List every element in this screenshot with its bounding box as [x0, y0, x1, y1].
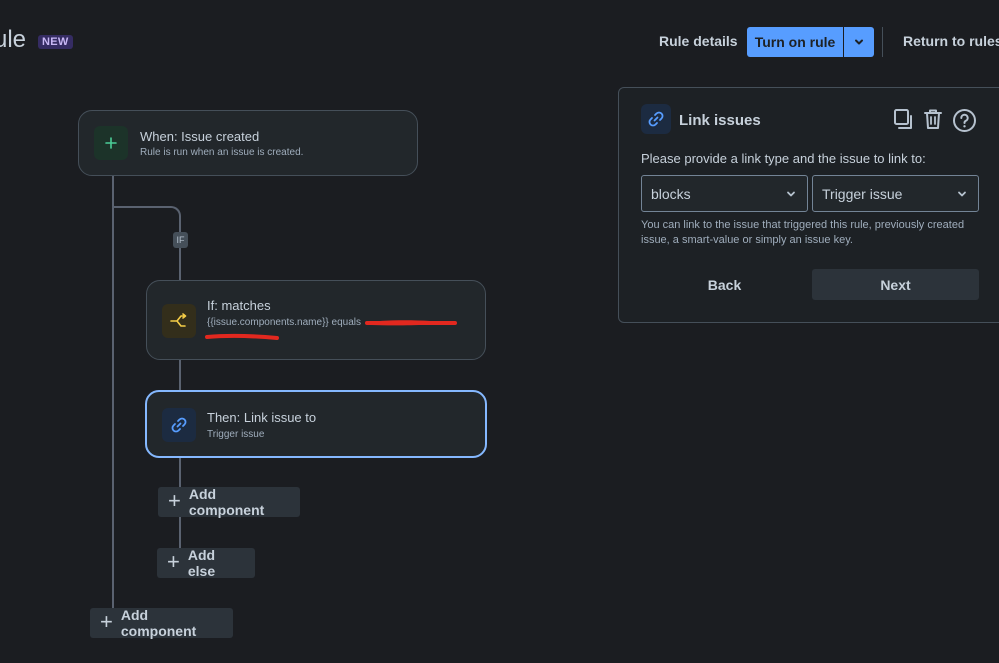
plus-icon: +: [167, 549, 180, 574]
chevron-down-icon: [855, 39, 863, 45]
add-component-label: Add component: [120, 607, 197, 639]
flow-line-branch-v1: [179, 219, 181, 232]
help-button[interactable]: [951, 107, 977, 133]
plus-icon: +: [100, 609, 113, 634]
chevron-down-icon: [958, 191, 966, 196]
redaction-mark: [205, 320, 457, 340]
turn-on-rule-button[interactable]: Turn on rule: [747, 27, 843, 57]
condition-title: If: matches: [207, 298, 271, 313]
condition-icon-box: [162, 304, 196, 338]
plus-icon: [105, 137, 117, 149]
add-else-label: Add else: [187, 547, 216, 579]
if-badge: IF: [173, 232, 188, 248]
add-component-label: Add component: [188, 486, 265, 518]
link-icon: [171, 417, 187, 433]
return-to-rules-link[interactable]: Return to rules: [903, 33, 999, 49]
trigger-subtitle: Rule is run when an issue is created.: [140, 147, 304, 158]
turn-on-options-button[interactable]: [844, 27, 874, 57]
back-button[interactable]: Back: [641, 269, 808, 300]
panel-help-text: You can link to the issue that triggered…: [641, 219, 965, 246]
link-target-value: Trigger issue: [822, 185, 903, 202]
add-else-button[interactable]: + Add else: [157, 547, 255, 579]
panel-title: Link issues: [679, 112, 761, 129]
flow-line-main: [112, 175, 114, 608]
flow-line-branch-h: [112, 206, 170, 208]
trigger-title: When: Issue created: [140, 129, 260, 144]
page-title: ule: [0, 26, 27, 53]
action-card[interactable]: Then: Link issue to Trigger issue: [145, 390, 487, 458]
plus-icon: +: [168, 488, 181, 513]
condition-card[interactable]: If: matches {{issue.components.name}} eq…: [146, 280, 486, 360]
chevron-down-icon: [787, 191, 795, 196]
branch-icon: [170, 313, 187, 327]
flow-line-branch-curve: [168, 206, 181, 220]
rule-details-link[interactable]: Rule details: [659, 33, 738, 49]
flow-line-branch-v2: [179, 248, 181, 281]
copy-button[interactable]: [891, 107, 915, 131]
link-target-select[interactable]: Trigger issue: [812, 175, 979, 212]
link-type-value: blocks: [651, 185, 691, 202]
action-subtitle: Trigger issue: [207, 429, 265, 440]
link-icon: [648, 111, 664, 127]
add-component-inner-button[interactable]: + Add component: [158, 486, 300, 518]
trigger-icon-box: [94, 126, 128, 160]
trigger-card[interactable]: When: Issue created Rule is run when an …: [78, 110, 418, 176]
add-component-outer-button[interactable]: + Add component: [90, 607, 233, 639]
delete-button[interactable]: [921, 107, 945, 131]
trash-icon: [924, 109, 942, 129]
help-icon: [952, 108, 976, 132]
copy-icon: [894, 109, 912, 129]
next-button[interactable]: Next: [812, 269, 979, 300]
panel-icon-box: [641, 104, 671, 134]
flow-line-branch-v3: [179, 359, 181, 391]
header-divider: [882, 27, 883, 57]
action-icon-box: [162, 408, 196, 442]
panel-prompt: Please provide a link type and the issue…: [641, 151, 926, 166]
new-badge: NEW: [38, 35, 73, 49]
action-title: Then: Link issue to: [207, 410, 317, 425]
link-type-select[interactable]: blocks: [641, 175, 808, 212]
